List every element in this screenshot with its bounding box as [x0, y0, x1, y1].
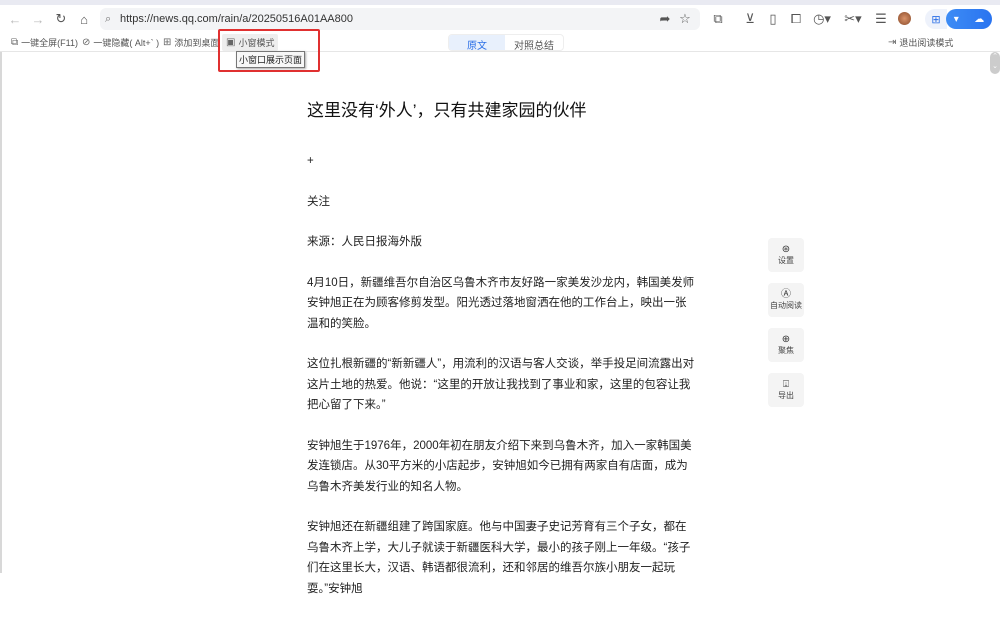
left-edge — [0, 52, 2, 573]
search-icon: ⌕ — [105, 12, 112, 25]
focus-label: 聚焦 — [778, 346, 794, 355]
address-bar[interactable]: ⌕ https://news.qq.com/rain/a/20250516A01… — [100, 8, 700, 30]
star-icon[interactable]: ☆ — [675, 9, 695, 29]
exit-reading-button[interactable]: ⇥ 退出阅读模式 — [888, 36, 953, 49]
auto-read-label: 自动阅读 — [770, 301, 802, 310]
scrollbar[interactable]: ⌃ ⌄ — [990, 52, 1000, 74]
hide-label: 一键隐藏( Alt+` ) — [93, 38, 160, 48]
hide-button[interactable]: ⊘ 一键隐藏( Alt+` ) — [82, 36, 159, 49]
highlight-box — [218, 29, 320, 72]
tab-compare-summary[interactable]: 对照总结 — [505, 35, 563, 50]
paragraph: 4月10日，新疆维吾尔自治区乌鲁木齐市友好路一家美发沙龙内，韩国美发师安钟旭正在… — [307, 276, 695, 330]
bookmark-add-icon[interactable]: ⊞ — [925, 9, 947, 29]
reading-toolbar: ⧉ 一键全屏(F11) ⊘ 一键隐藏( Alt+` ) ⊞ 添加到桌面 ▣ 小窗模式 原… — [0, 33, 1000, 52]
view-tabs: 原文 对照总结 — [448, 34, 564, 51]
extensions-icon[interactable]: ⧉ — [708, 9, 728, 29]
back-icon[interactable]: ← — [5, 9, 25, 29]
paragraph: 安钟旭还在新疆组建了跨国家庭。他与中国妻子史记芳育有三个子女，都在乌鲁木齐上学，… — [307, 521, 691, 595]
forward-icon[interactable]: → — [28, 9, 48, 29]
auto-read-icon: Ⓐ — [781, 289, 791, 300]
cloud-button[interactable]: ▾ ☁ — [946, 9, 992, 29]
auto-read-button[interactable]: Ⓐ 自动阅读 — [768, 283, 804, 317]
export-label: 导出 — [778, 391, 794, 400]
paragraph: 安钟旭生于1976年，2000年初在朋友介绍下来到乌鲁木齐，加入一家韩国美发连锁… — [307, 439, 692, 493]
paragraph: 这位扎根新疆的“新新疆人”，用流利的汉语与客人交谈，举手投足间流露出对这片土地的… — [307, 358, 695, 411]
export-button[interactable]: ⍗ 导出 — [768, 373, 804, 407]
reading-list-icon[interactable]: ▯ — [763, 9, 783, 29]
url-text: https://news.qq.com/rain/a/20250516A01AA… — [120, 13, 353, 25]
reload-icon[interactable]: ↻ — [51, 9, 71, 29]
fullscreen-label: 一键全屏(F11) — [21, 38, 78, 48]
menu-icon[interactable]: ☰ — [871, 9, 891, 29]
follow-text: 关注 — [307, 195, 330, 208]
add-desktop-label: 添加到桌面 — [174, 38, 220, 48]
navigation-bar: ← → ↻ ⌂ ⌕ https://news.qq.com/rain/a/202… — [0, 5, 1000, 33]
screenshot-icon[interactable]: ✂▾ — [843, 9, 863, 29]
chevron-down-icon: ▾ — [953, 13, 959, 25]
add-desktop-button[interactable]: ⊞ 添加到桌面 — [163, 36, 219, 49]
article-title: 这里没有‘外人’，只有共建家园的伙伴 — [307, 101, 587, 120]
tab-original[interactable]: 原文 — [449, 35, 505, 50]
focus-button[interactable]: ⊕ 聚焦 — [768, 328, 804, 362]
settings-button[interactable]: ⊛ 设置 — [768, 238, 804, 272]
exit-reading-label: 退出阅读模式 — [899, 38, 954, 48]
history-icon[interactable]: ◷▾ — [812, 9, 832, 29]
export-icon: ⍗ — [783, 379, 789, 390]
fullscreen-button[interactable]: ⧉ 一键全屏(F11) — [11, 36, 78, 49]
source-text: 来源：人民日报海外版 — [307, 236, 422, 248]
exit-icon: ⇥ — [888, 37, 897, 48]
cloud-icon: ☁ — [974, 13, 985, 25]
settings-icon: ⊛ — [781, 244, 791, 255]
article: 这里没有‘外人’，只有共建家园的伙伴 + 关注 来源：人民日报海外版 4月10日… — [307, 96, 697, 619]
focus-icon: ⊕ — [781, 334, 791, 345]
plus-text: + — [307, 155, 314, 167]
settings-label: 设置 — [778, 256, 794, 265]
share-icon[interactable]: ➦ — [655, 9, 675, 29]
collections-icon[interactable]: ⧠ — [786, 9, 806, 29]
avatar[interactable] — [898, 12, 911, 25]
eye-off-icon: ⊘ — [82, 37, 91, 48]
download-icon[interactable]: ⊻ — [740, 9, 760, 29]
fullscreen-icon: ⧉ — [11, 37, 19, 48]
add-desktop-icon: ⊞ — [163, 37, 172, 48]
home-icon[interactable]: ⌂ — [74, 9, 94, 29]
